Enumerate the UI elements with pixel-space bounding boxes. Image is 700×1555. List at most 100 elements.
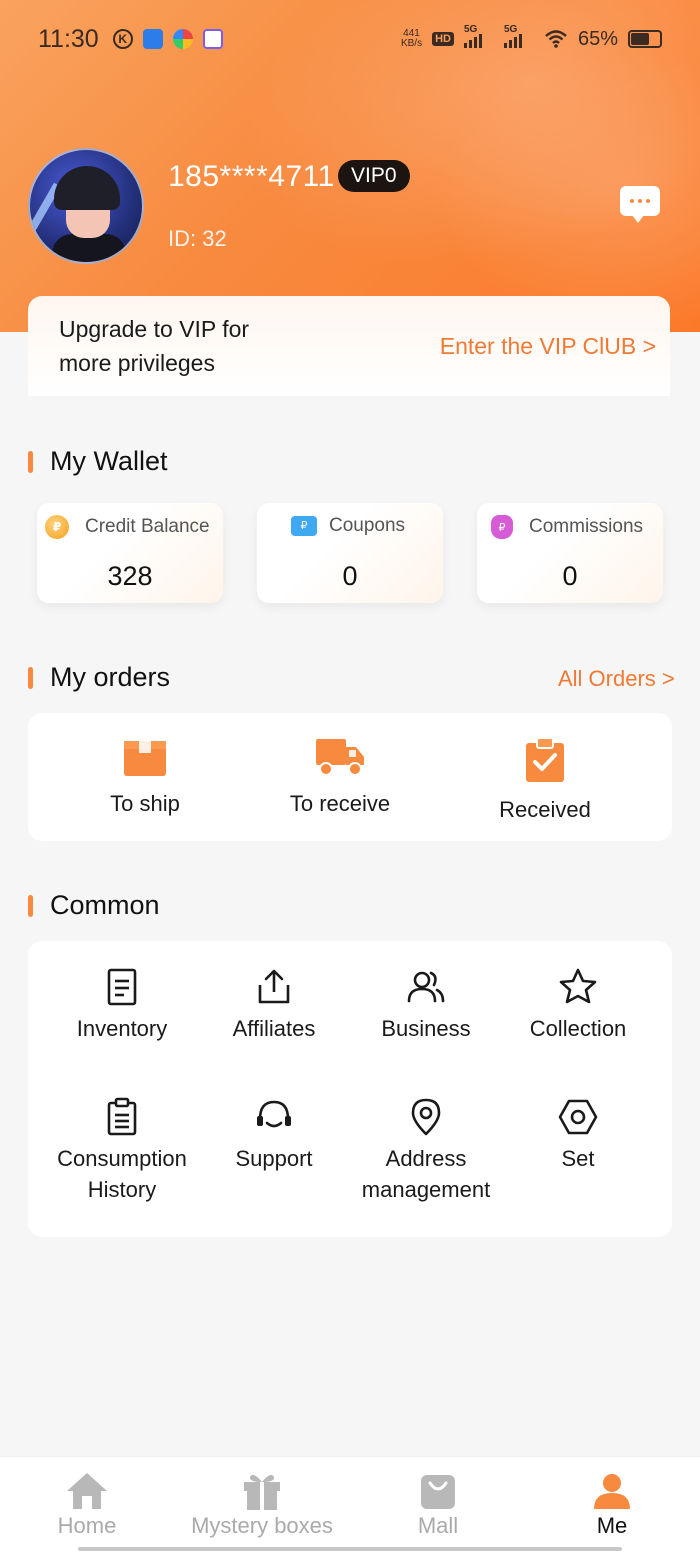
common-title: Common <box>50 890 160 920</box>
inventory-label: Inventory <box>76 1016 168 1041</box>
common-set[interactable]: Set <box>502 1097 654 1174</box>
commissions-value: 0 <box>562 561 578 591</box>
common-panel: Inventory Affiliates Business Collection <box>28 941 672 1237</box>
vip-upgrade-banner: Upgrade to VIP for more privileges Enter… <box>28 296 670 396</box>
wallet-section-title: My Wallet <box>28 446 168 477</box>
document-icon <box>107 968 137 1006</box>
tab-mall-label: Mall <box>417 1513 459 1538</box>
section-accent-bar <box>28 666 33 689</box>
signal-icon: 5G <box>463 24 494 48</box>
k-app-icon: K <box>112 29 133 49</box>
user-id-value: 32 <box>202 226 227 251</box>
common-consumption-history[interactable]: Consumption History <box>46 1097 198 1205</box>
network-speed: 441 KB/s <box>401 29 422 49</box>
common-address-management[interactable]: Address management <box>350 1097 502 1205</box>
wifi-icon <box>545 30 567 48</box>
money-bag-icon: ₽ <box>491 515 513 539</box>
order-to-receive[interactable]: To receive <box>280 737 400 817</box>
set-label: Set <box>561 1146 595 1171</box>
signal-icon-2: 5G <box>503 24 534 48</box>
coupons-label: Coupons <box>329 515 406 536</box>
all-orders-link[interactable]: All Orders > <box>558 666 675 692</box>
signal-label-2: 5G <box>503 24 518 35</box>
orders-title: My orders <box>50 662 171 692</box>
tab-home-label: Home <box>57 1513 117 1538</box>
to-receive-label: To receive <box>289 791 391 816</box>
avatar[interactable] <box>28 148 144 264</box>
coupons-header: ₽ Coupons <box>291 515 405 537</box>
common-inventory[interactable]: Inventory <box>46 967 198 1044</box>
gift-icon <box>244 1474 280 1510</box>
signal-label: 5G <box>463 24 478 35</box>
users-icon <box>407 971 445 1003</box>
to-ship-label: To ship <box>110 791 180 816</box>
status-bar: 11:30 K 441 KB/s HD 5G 5G 65% <box>0 0 700 78</box>
photos-app-icon <box>172 29 193 49</box>
order-to-ship[interactable]: To ship <box>90 737 200 817</box>
tab-mystery-boxes-label: Mystery boxes <box>191 1513 333 1538</box>
battery-percent: 65% <box>577 27 618 50</box>
coupon-icon: ₽ <box>291 516 317 536</box>
avatar-body <box>52 234 126 262</box>
common-affiliates[interactable]: Affiliates <box>198 967 350 1044</box>
tab-home[interactable]: Home <box>44 1471 130 1539</box>
coin-icon: ₽ <box>45 515 69 539</box>
user-phone: 185****4711 <box>168 160 335 193</box>
affiliates-label: Affiliates <box>232 1016 316 1041</box>
truck-icon <box>316 739 364 776</box>
status-right: 441 KB/s HD 5G 5G 65% <box>401 24 662 51</box>
consumption-history-label: Consumption History <box>57 1146 187 1202</box>
battery-level <box>631 33 649 45</box>
home-indicator[interactable] <box>78 1547 622 1551</box>
commissions-header: ₽ Commissions <box>491 515 643 539</box>
package-icon <box>124 739 166 776</box>
commissions-label: Commissions <box>529 516 644 537</box>
orders-panel: To ship To receive Received <box>28 713 672 841</box>
common-business[interactable]: Business <box>350 967 502 1044</box>
orders-section-title: My orders <box>28 662 170 693</box>
share-icon <box>258 969 290 1004</box>
tab-mall[interactable]: Mall <box>408 1471 468 1539</box>
person-icon <box>594 1474 630 1509</box>
section-accent-bar <box>28 894 33 917</box>
avatar-hat <box>54 166 120 210</box>
hexagon-nut-icon <box>558 1099 598 1135</box>
collection-label: Collection <box>529 1016 627 1041</box>
home-icon <box>67 1473 107 1509</box>
clipboard-check-icon <box>526 737 564 782</box>
order-received[interactable]: Received <box>490 737 600 823</box>
common-support[interactable]: Support <box>198 1097 350 1174</box>
commissions-card[interactable]: ₽ Commissions 0 <box>477 503 663 603</box>
tab-me-label: Me <box>596 1513 628 1538</box>
address-management-label: Address management <box>361 1146 491 1202</box>
business-label: Business <box>381 1016 471 1041</box>
wallet-title: My Wallet <box>50 446 168 476</box>
star-icon <box>559 968 597 1004</box>
app-notification-icon <box>142 29 163 49</box>
user-id: ID: 32 <box>168 226 227 252</box>
tab-me[interactable]: Me <box>588 1471 636 1539</box>
vip-level-badge[interactable]: VIP0 <box>338 160 410 192</box>
section-accent-bar <box>28 450 33 473</box>
shopping-bag-icon <box>421 1475 455 1509</box>
bottom-tab-bar: Home Mystery boxes Mall Me <box>0 1456 700 1555</box>
enter-vip-club-link[interactable]: Enter the VIP ClUB > <box>440 333 656 360</box>
credit-balance-value: 328 <box>107 561 153 591</box>
tab-mystery-boxes[interactable]: Mystery boxes <box>186 1471 338 1539</box>
credit-balance-header: ₽ Credit Balance <box>45 515 210 539</box>
headset-icon <box>257 1100 291 1128</box>
battery-icon <box>628 30 662 48</box>
clipboard-list-icon <box>107 1097 137 1136</box>
coupons-value: 0 <box>342 561 358 591</box>
credit-balance-card[interactable]: ₽ Credit Balance 328 <box>37 503 223 603</box>
k-store-app-icon <box>202 29 223 49</box>
status-left: 11:30 K <box>38 25 223 54</box>
user-id-label: ID: <box>168 226 197 251</box>
message-icon[interactable] <box>620 186 660 223</box>
support-label: Support <box>235 1146 313 1171</box>
hd-voice-icon: HD <box>432 32 454 46</box>
common-collection[interactable]: Collection <box>502 967 654 1044</box>
coupons-card[interactable]: ₽ Coupons 0 <box>257 503 443 603</box>
common-section-title: Common <box>28 890 160 921</box>
status-time: 11:30 <box>38 24 99 53</box>
